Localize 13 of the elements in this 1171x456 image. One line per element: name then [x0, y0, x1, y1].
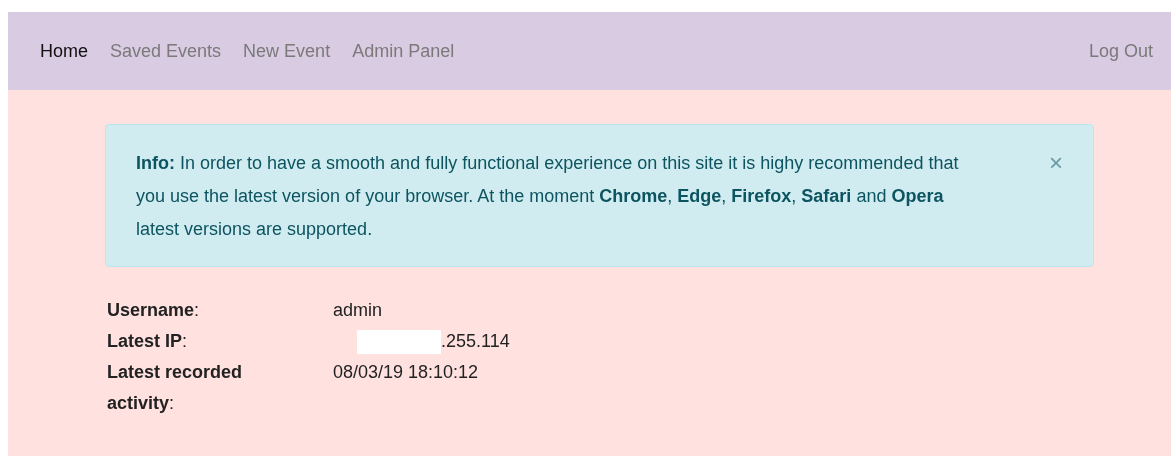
detail-value: .255.114	[441, 330, 510, 353]
nav-link[interactable]: Home	[40, 37, 88, 65]
detail-label: Latest IP:	[107, 330, 189, 353]
alert-message: Info: In order to have a smooth and fully functional experience on this site it is highy recommended that you use the latest version of your browser. At the moment Chrome, Edge, Firefox, Safari and Opera latest versions are supported.	[136, 152, 960, 241]
nav-link[interactable]: Admin Panel	[352, 37, 455, 65]
nav-link[interactable]: Saved Events	[110, 37, 222, 65]
detail-value: 08/03/19 18:10:12	[333, 361, 479, 384]
close-button[interactable]: ×	[1049, 151, 1063, 175]
detail-value: admin	[333, 299, 383, 322]
detail-label: Latest recorded activity:	[107, 361, 244, 415]
logout-link[interactable]: Log Out	[1088, 37, 1153, 65]
nav-link[interactable]: New Event	[243, 37, 331, 65]
detail-label: Username:	[107, 299, 201, 322]
